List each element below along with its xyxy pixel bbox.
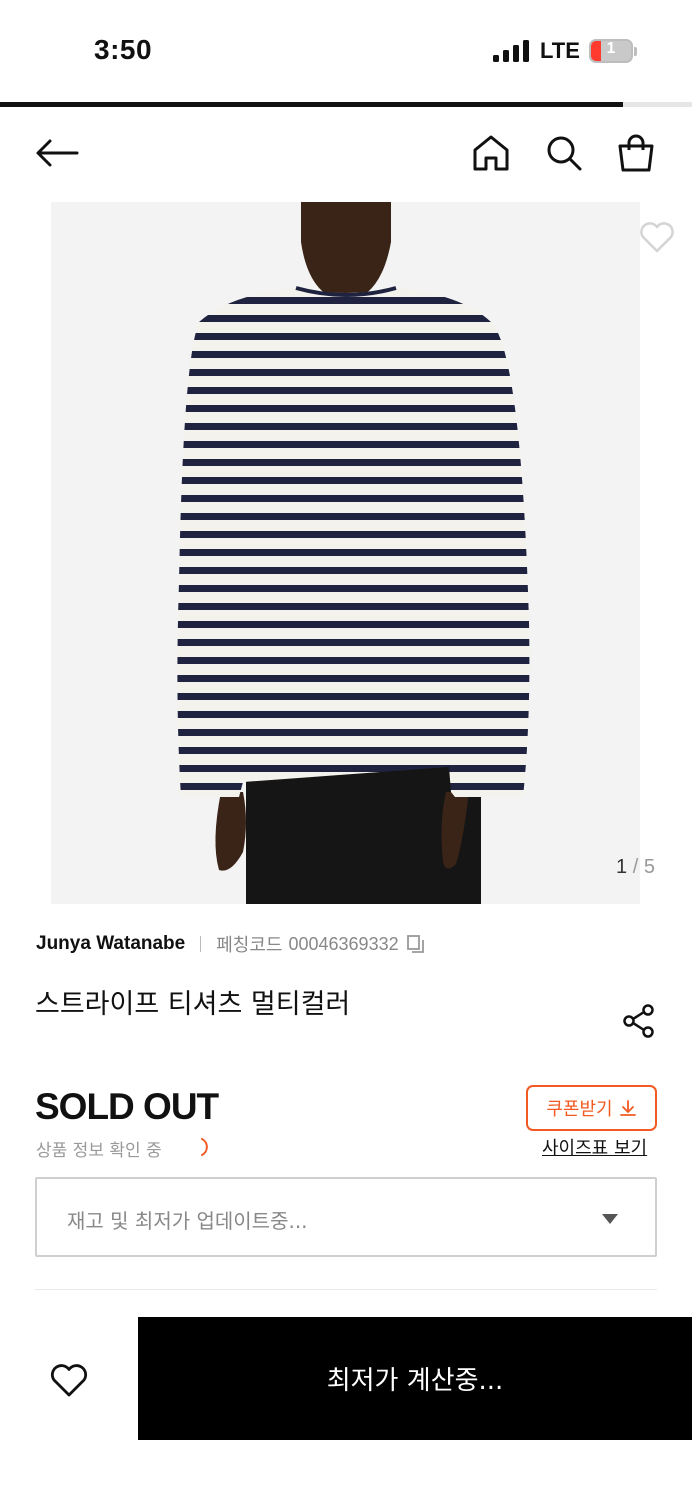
section-divider — [35, 1289, 657, 1290]
status-time: 3:50 — [94, 34, 153, 65]
search-icon — [547, 136, 582, 171]
status-bar: 3:50 LTE 1 — [0, 0, 692, 104]
fetching-code-label: 페칭코드 — [216, 935, 283, 956]
brand-name[interactable]: Junya Watanabe — [36, 933, 185, 955]
coupon-button[interactable]: 쿠폰받기 — [526, 1085, 657, 1131]
size-chart-link[interactable]: 사이즈표 보기 — [542, 1134, 647, 1160]
dropdown-arrow-icon — [602, 1214, 618, 1224]
signal-icon — [493, 40, 529, 62]
product-name: 스트라이프 티셔츠 멀티컬러 — [35, 989, 351, 1020]
fetching-code-value: 00046369332 — [288, 933, 399, 954]
image-counter: 1 / 5 — [616, 856, 655, 879]
image-counter-current: 1 — [616, 856, 628, 878]
share-icon[interactable] — [620, 1002, 658, 1040]
coupon-button-label: 쿠폰받기 — [546, 1099, 613, 1120]
bottom-wishlist-heart-icon[interactable] — [49, 1360, 89, 1400]
image-counter-separator: / — [632, 856, 639, 878]
back-button[interactable] — [34, 132, 80, 174]
wishlist-heart-icon[interactable] — [638, 218, 676, 256]
info-status-text: 상품 정보 확인 중 — [36, 1141, 162, 1161]
page-load-progress — [0, 102, 692, 107]
option-select[interactable]: 재고 및 최저가 업데이트중... — [35, 1177, 657, 1257]
copy-icon[interactable] — [406, 934, 426, 954]
network-type: LTE — [540, 38, 580, 63]
brand-divider — [200, 936, 202, 952]
product-image[interactable] — [51, 202, 640, 904]
option-select-placeholder: 재고 및 최저가 업데이트중... — [67, 1209, 308, 1233]
buy-button[interactable]: 최저가 계산중... — [138, 1317, 692, 1440]
home-button[interactable] — [470, 132, 512, 174]
battery-icon: 1 — [589, 39, 633, 63]
image-counter-total: 5 — [643, 856, 655, 878]
shopping-bag-icon — [618, 134, 654, 172]
download-icon — [619, 1100, 636, 1116]
price-status: SOLD OUT — [35, 1086, 219, 1127]
search-button[interactable] — [543, 132, 585, 174]
brand-row: Junya Watanabe 페칭코드 00046369332 — [36, 932, 426, 956]
loading-spinner-icon — [201, 1138, 208, 1156]
cart-button[interactable] — [614, 131, 658, 175]
battery-tip — [634, 47, 637, 56]
arrow-left-icon — [36, 139, 79, 167]
page-load-progress-fill — [0, 102, 623, 107]
product-photo — [177, 202, 530, 904]
home-icon — [473, 135, 509, 171]
battery-percent: 1 — [606, 40, 616, 57]
